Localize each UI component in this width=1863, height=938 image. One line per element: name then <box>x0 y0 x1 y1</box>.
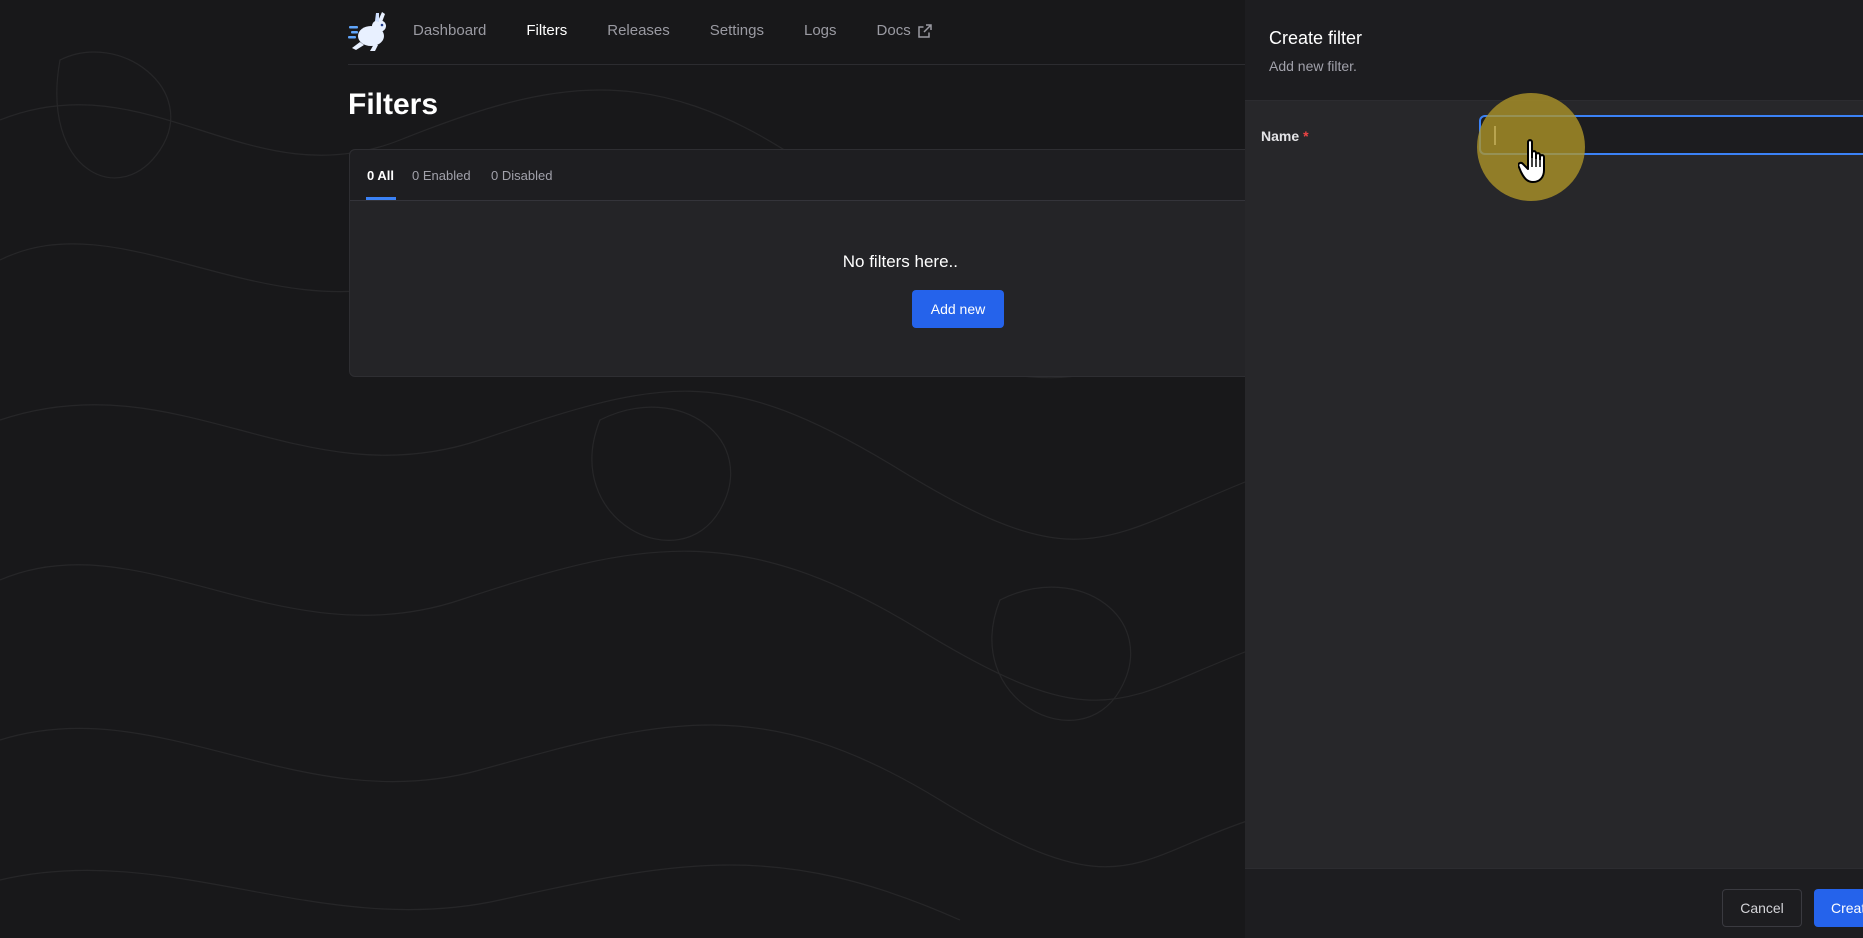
nav-item-docs-label: Docs <box>876 22 911 39</box>
tab-disabled[interactable]: 0 Disabled <box>491 168 552 183</box>
name-label-text: Name <box>1261 128 1300 144</box>
tab-enabled[interactable]: 0 Enabled <box>412 168 471 183</box>
nav-item-logs[interactable]: Logs <box>804 22 837 39</box>
nav-item-settings[interactable]: Settings <box>710 22 764 39</box>
drawer-subtitle: Add new filter. <box>1269 58 1357 74</box>
filter-tabs: 0 All 0 Enabled 0 Disabled <box>350 150 1350 201</box>
active-tab-indicator <box>366 197 396 200</box>
nav-item-filters[interactable]: Filters <box>526 22 567 39</box>
create-button[interactable]: Create <box>1814 889 1863 927</box>
name-field-label: Name * <box>1261 128 1309 144</box>
empty-state-message: No filters here.. <box>842 252 958 271</box>
nav-item-releases[interactable]: Releases <box>607 22 670 39</box>
cancel-button[interactable]: Cancel <box>1722 889 1802 927</box>
nav-links: Dashboard Filters Releases Settings Logs… <box>413 22 973 39</box>
nav-item-dashboard[interactable]: Dashboard <box>413 22 486 39</box>
app-page: Dashboard Filters Releases Settings Logs… <box>0 0 1863 938</box>
drawer-title: Create filter <box>1269 28 1363 48</box>
external-link-icon <box>917 23 933 39</box>
rabbit-logo-icon[interactable] <box>348 12 390 52</box>
page-title: Filters <box>348 88 439 121</box>
required-marker: * <box>1303 128 1309 144</box>
nav-item-docs[interactable]: Docs <box>877 22 933 39</box>
add-new-button[interactable]: Add new <box>912 290 1004 328</box>
drawer-footer: Cancel Create <box>1245 868 1863 938</box>
drawer-header: Create filter Add new filter. <box>1245 0 1863 101</box>
hand-pointer-icon <box>1518 139 1545 183</box>
filters-panel: 0 All 0 Enabled 0 Disabled No filters he… <box>349 149 1351 377</box>
tab-all[interactable]: 0 All <box>367 168 394 183</box>
